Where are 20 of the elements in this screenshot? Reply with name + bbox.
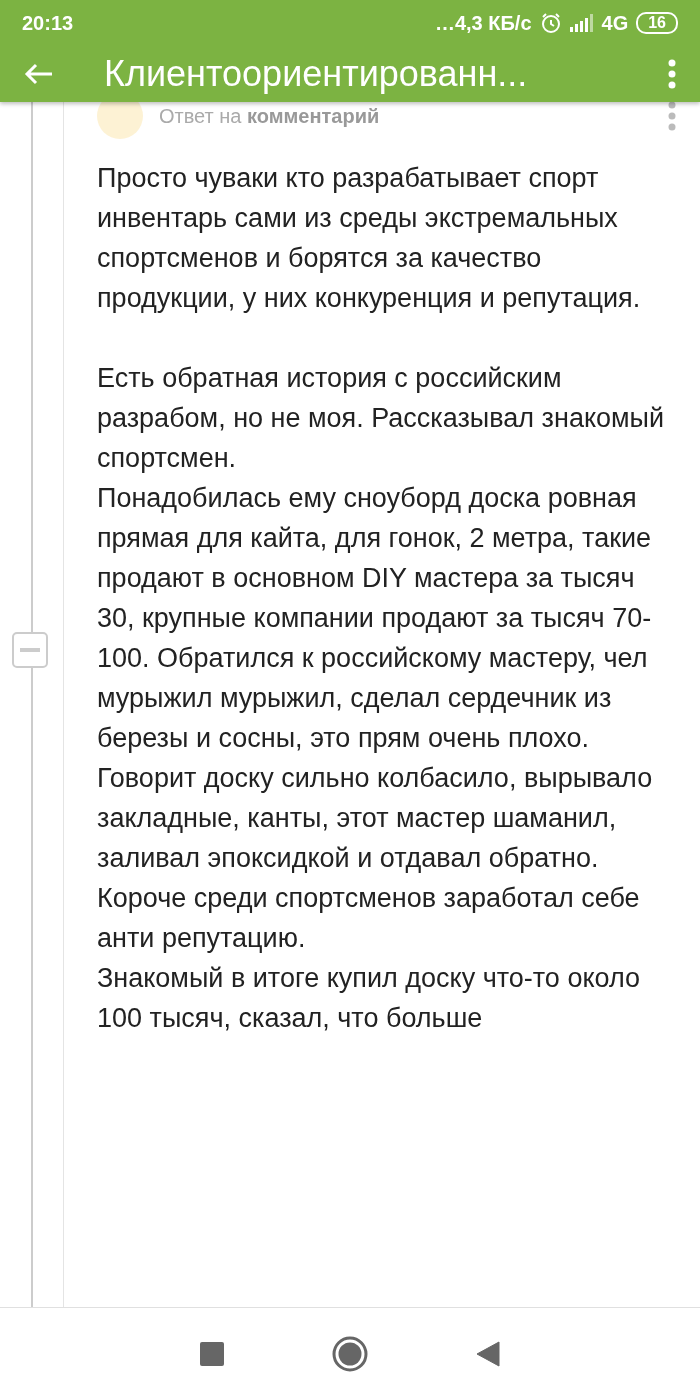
back-icon[interactable]	[476, 1341, 500, 1367]
clock-time: 20:13	[22, 11, 74, 35]
comment-paragraph: Понадобилась ему сноуборд доска ровная прямая для кайта, для гонок, 2 метра, такие продают в основном DIY мастера за тысяч 30, крупные компании продают за тысяч 70-100. Обратился к российскому мастеру, чел мурыжил мурыжил, сделал сердечник из березы и сосны, это прям очень плохо. Говорит доску сильно колбасило, вырывало закладные, канты, этот мастер шаманил, заливал эпоксидкой и отдавал обратно. Короче среди спортсменов заработал себе анти репутацию.	[97, 482, 654, 955]
reply-caption: Ответ на комментарий	[159, 104, 381, 128]
comment-paragraph: Знакомый в итоге купил доску что-то около 100 тысяч, сказал, что больше	[97, 962, 641, 1035]
back-arrow-icon[interactable]	[24, 62, 54, 86]
network-speed: …4,3 КБ/с	[434, 11, 532, 35]
signal-icon	[569, 14, 594, 32]
avatar-circle	[97, 102, 143, 139]
more-options-icon[interactable]	[668, 102, 676, 131]
more-options-icon[interactable]	[668, 59, 676, 89]
battery-level: 16	[636, 12, 678, 34]
alarm-icon	[539, 12, 562, 34]
minus-icon	[20, 648, 40, 652]
home-icon[interactable]	[332, 1336, 368, 1372]
page-title: Клиентоориентированн...	[104, 53, 529, 95]
comment-paragraph: Просто чуваки кто разрабатывает спорт инвентарь сами из среды экстремальных спортсменов и борятся за качество продукции, у них конкуренция и репутация.	[97, 162, 642, 315]
comment-paragraph: Есть обратная история с российским разрабом, но не моя. Рассказывал знакомый спортсмен.	[97, 362, 666, 475]
network-type: 4G	[601, 11, 629, 35]
collapse-button[interactable]	[12, 632, 48, 668]
